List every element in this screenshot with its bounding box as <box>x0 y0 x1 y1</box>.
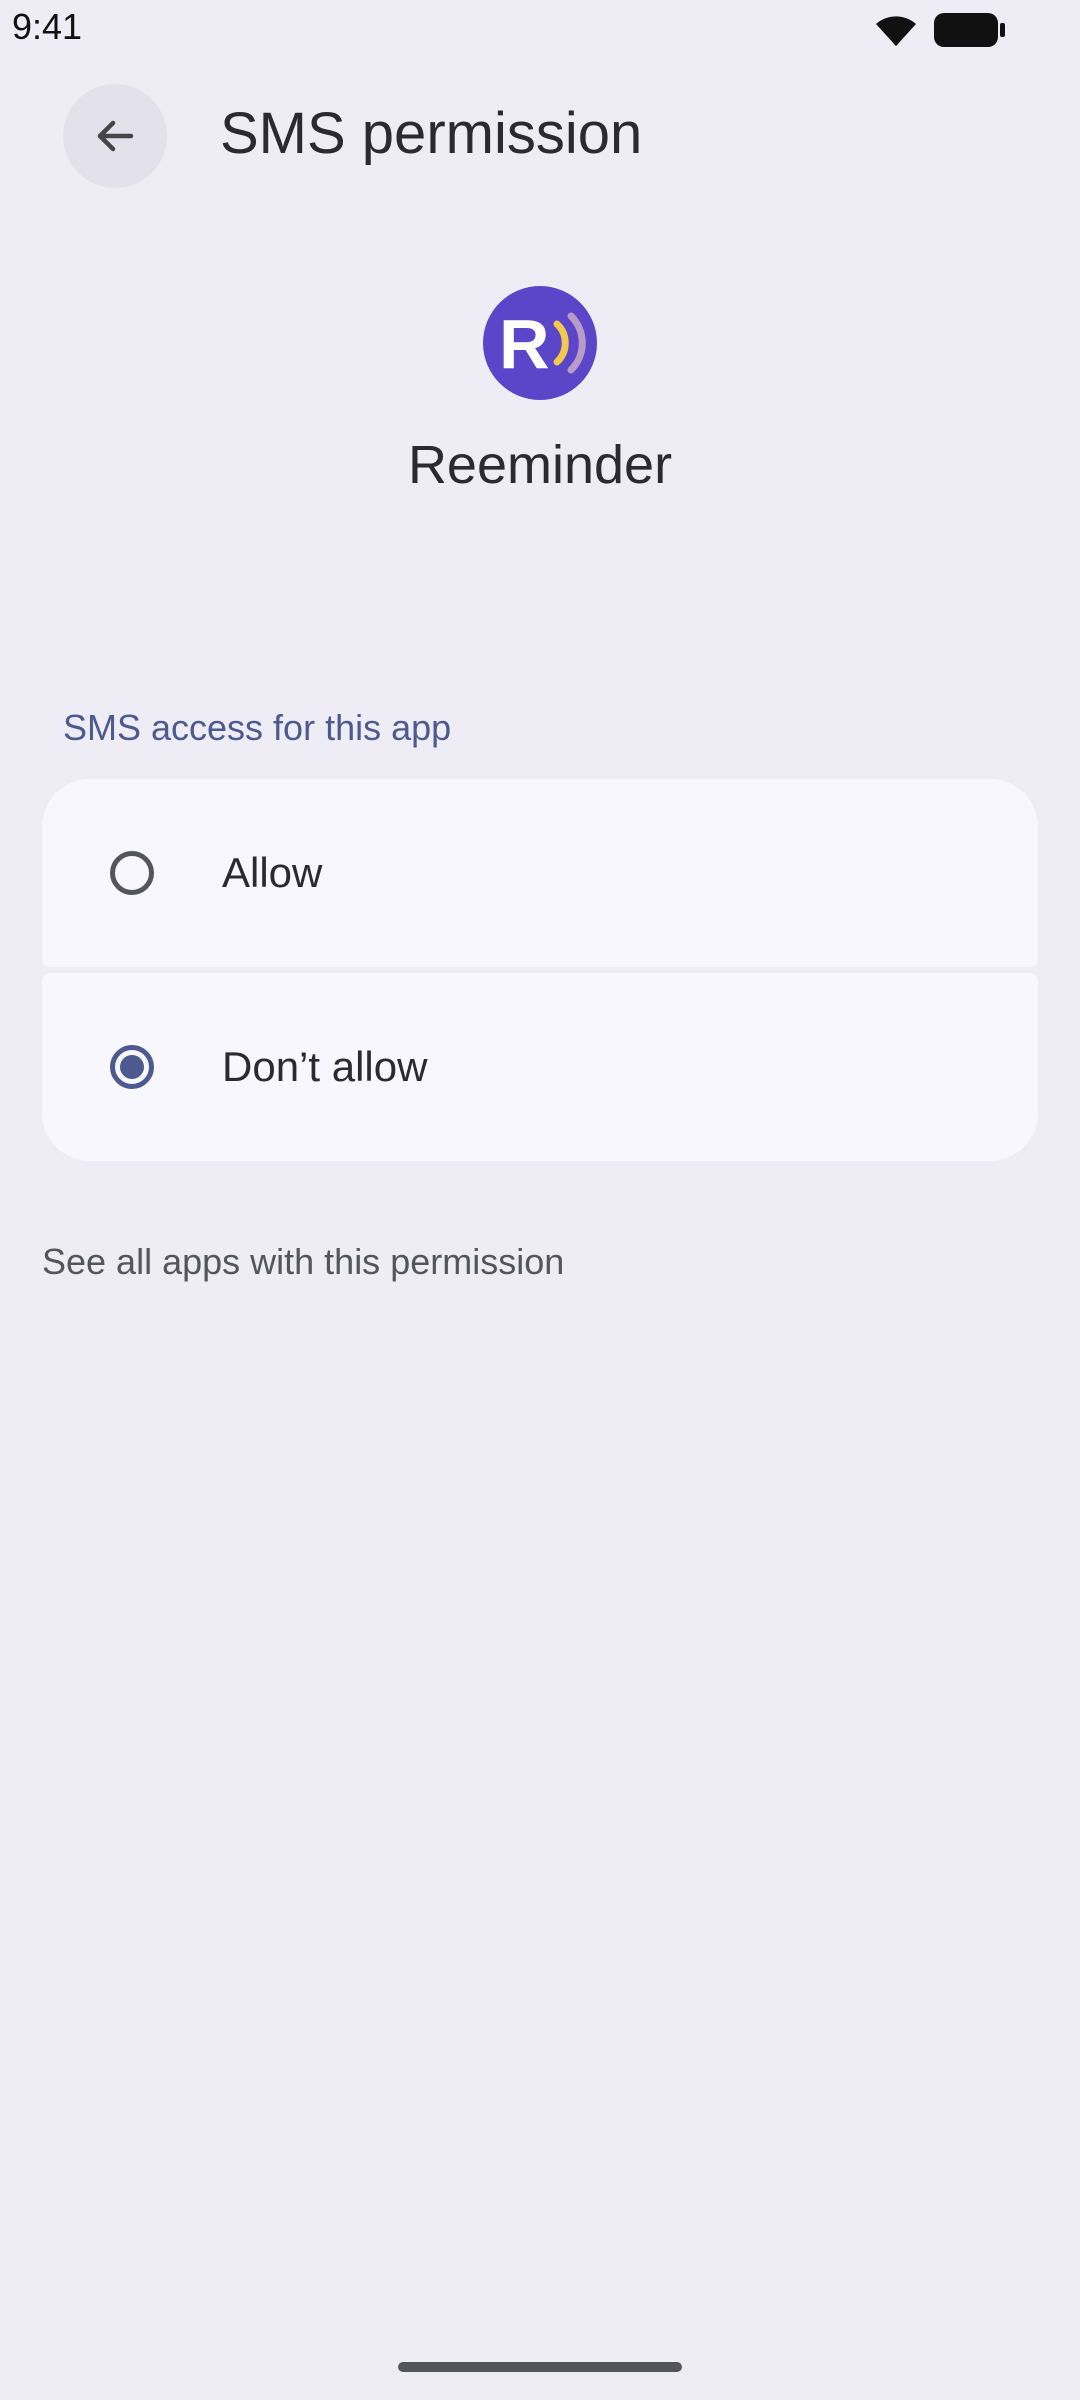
permission-options: Allow Don’t allow <box>42 779 1038 1161</box>
app-icon-letter: R <box>499 305 550 383</box>
radio-selected-dot <box>120 1055 144 1079</box>
wifi-icon <box>876 16 916 46</box>
radio-dont-allow[interactable] <box>110 1045 154 1089</box>
battery-icon <box>934 13 1005 47</box>
app-icon: R <box>483 286 597 400</box>
arrow-back-icon <box>97 120 134 152</box>
section-label: SMS access for this app <box>63 707 452 748</box>
see-all-apps-link[interactable]: See all apps with this permission <box>42 1238 564 1286</box>
option-dont-allow[interactable]: Don’t allow <box>42 973 1038 1161</box>
status-time: 9:41 <box>12 6 83 47</box>
option-allow-label: Allow <box>222 849 323 896</box>
home-indicator[interactable] <box>398 2362 682 2372</box>
page-title: SMS permission <box>220 101 643 166</box>
status-bar: 9:41 <box>0 0 1080 60</box>
app-name: Reeminder <box>407 435 673 495</box>
radio-allow[interactable] <box>110 851 154 895</box>
option-allow[interactable]: Allow <box>42 779 1038 967</box>
option-dont-allow-label: Don’t allow <box>222 1043 428 1090</box>
back-button[interactable] <box>63 84 167 188</box>
